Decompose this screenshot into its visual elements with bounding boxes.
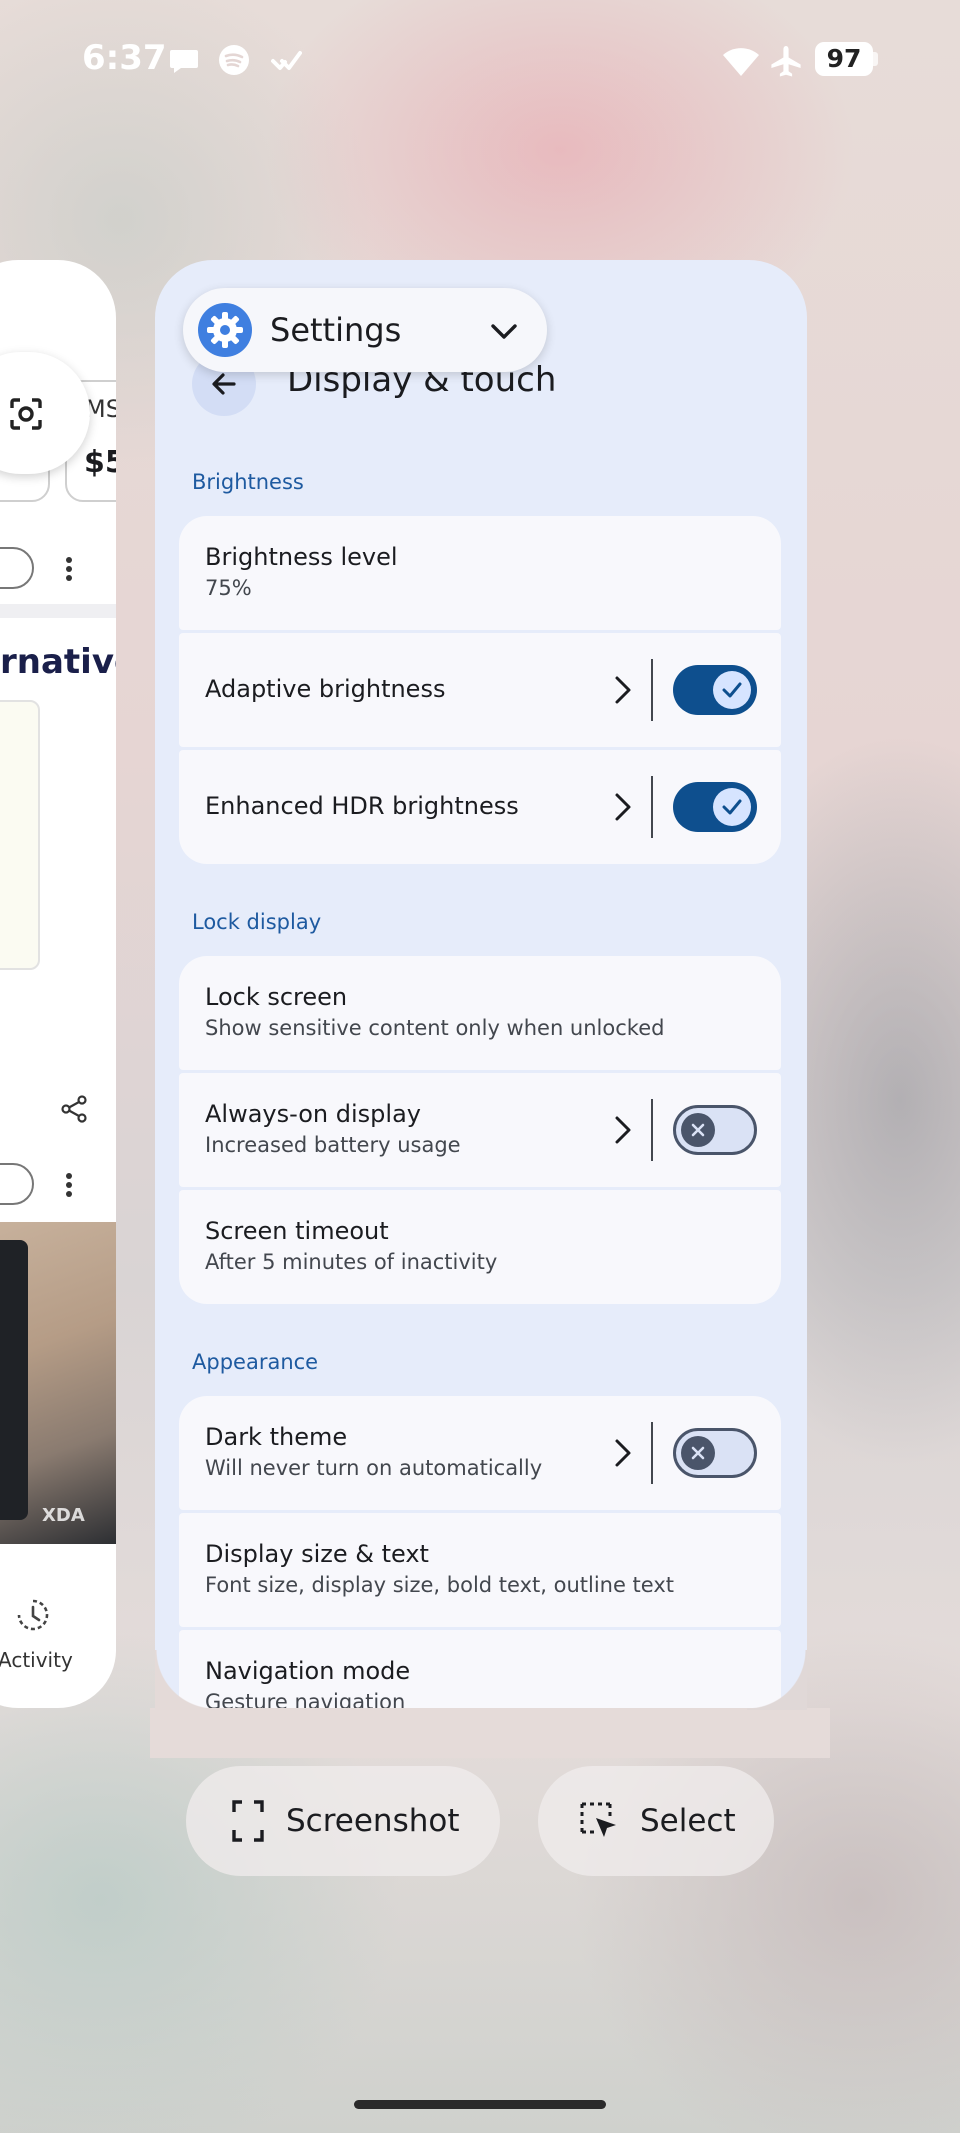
setting-title: Adaptive brightness	[205, 675, 446, 703]
screenshot-icon	[232, 1800, 264, 1842]
activity-icon[interactable]	[16, 1598, 50, 1632]
card-bottom-edge	[155, 1648, 807, 1708]
setting-title: Brightness level	[205, 543, 398, 571]
chevron-down-icon[interactable]	[489, 316, 519, 346]
setting-subtitle: Will never turn on automatically	[205, 1456, 543, 1480]
settings-gear-icon	[198, 303, 252, 357]
status-time: 6:37	[82, 38, 167, 78]
group-brightness: Brightness level 75% Adaptive brightness…	[179, 516, 781, 867]
home-indicator[interactable]	[354, 2100, 606, 2109]
chevron-right-icon[interactable]	[612, 1437, 634, 1469]
battery-tip	[873, 52, 878, 66]
toggle-knob	[681, 1436, 715, 1470]
card-corner-right	[747, 1650, 807, 1710]
battery-level: 97	[826, 44, 862, 73]
setting-title: Lock screen	[205, 983, 348, 1011]
setting-subtitle: Font size, display size, bold text, outl…	[205, 1573, 675, 1597]
check-icon	[722, 799, 742, 815]
setting-adaptive-brightness[interactable]: Adaptive brightness	[179, 633, 781, 747]
setting-subtitle: After 5 minutes of inactivity	[205, 1250, 498, 1274]
divider	[651, 1422, 653, 1484]
chevron-right-icon[interactable]	[612, 674, 634, 706]
setting-brightness-level[interactable]: Brightness level 75%	[179, 516, 781, 630]
card-bottom-mask	[150, 1708, 830, 1758]
select-icon	[580, 1802, 616, 1837]
toggle-knob	[713, 788, 751, 826]
section-label-lock-display: Lock display	[192, 910, 322, 934]
divider-band	[0, 604, 116, 618]
screenshot-label: Screenshot	[286, 1803, 460, 1839]
spotify-icon	[219, 45, 249, 75]
check-icon	[271, 51, 302, 70]
toggle-enhanced-hdr[interactable]	[673, 782, 757, 832]
setting-subtitle: 75%	[205, 576, 252, 600]
recent-app-card-left[interactable]: MS $5 rnative XDA Activity	[0, 260, 116, 1708]
group-lock-display: Lock screen Show sensitive content only …	[179, 956, 781, 1307]
heading-fragment: rnative	[0, 642, 116, 682]
toggle-dark-theme[interactable]	[673, 1428, 757, 1478]
screenshot-button[interactable]: Screenshot	[186, 1766, 500, 1876]
setting-enhanced-hdr[interactable]: Enhanced HDR brightness	[179, 750, 781, 864]
price-fragment: $5	[84, 445, 116, 480]
divider	[651, 1099, 653, 1161]
close-icon	[691, 1446, 705, 1460]
setting-display-size-text[interactable]: Display size & text Font size, display s…	[179, 1513, 781, 1627]
check-icon	[722, 682, 742, 698]
follow-pill-2[interactable]	[0, 1163, 34, 1205]
setting-subtitle: Show sensitive content only when unlocke…	[205, 1016, 665, 1040]
app-chip-name: Settings	[270, 311, 402, 349]
setting-dark-theme[interactable]: Dark theme Will never turn on automatica…	[179, 1396, 781, 1510]
toggle-knob	[713, 671, 751, 709]
setting-always-on-display[interactable]: Always-on display Increased battery usag…	[179, 1073, 781, 1187]
wifi-icon	[723, 48, 759, 76]
setting-title: Display size & text	[205, 1540, 429, 1568]
battery-icon: 97	[815, 42, 873, 76]
messages-icon	[170, 50, 198, 73]
activity-label[interactable]: Activity	[0, 1648, 73, 1672]
back-arrow-icon	[212, 373, 236, 395]
chevron-right-icon[interactable]	[612, 791, 634, 823]
share-icon[interactable]	[60, 1095, 88, 1123]
status-bar: 6:37 97	[0, 0, 960, 120]
select-label: Select	[640, 1803, 736, 1839]
card-corner-left	[155, 1650, 215, 1710]
more-icon[interactable]	[63, 556, 75, 582]
toggle-adaptive-brightness[interactable]	[673, 665, 757, 715]
divider	[651, 776, 653, 838]
app-chip-settings[interactable]: Settings	[183, 288, 547, 372]
setting-title: Dark theme	[205, 1423, 348, 1451]
toggle-always-on-display[interactable]	[673, 1105, 757, 1155]
toggle-knob	[681, 1113, 715, 1147]
setting-title: Screen timeout	[205, 1217, 389, 1245]
setting-title: Always-on display	[205, 1100, 421, 1128]
more-icon-2[interactable]	[63, 1172, 75, 1198]
setting-screen-timeout[interactable]: Screen timeout After 5 minutes of inacti…	[179, 1190, 781, 1304]
section-label-brightness: Brightness	[192, 470, 304, 494]
photo-device	[0, 1240, 28, 1520]
setting-subtitle: Increased battery usage	[205, 1133, 461, 1157]
lens-icon	[10, 398, 42, 430]
article-image	[0, 700, 40, 970]
airplane-icon	[771, 46, 801, 77]
select-button[interactable]: Select	[538, 1766, 774, 1876]
watermark-logo: XDA	[42, 1505, 85, 1526]
divider	[651, 659, 653, 721]
setting-lock-screen[interactable]: Lock screen Show sensitive content only …	[179, 956, 781, 1070]
chevron-right-icon[interactable]	[612, 1114, 634, 1146]
section-label-appearance: Appearance	[192, 1350, 319, 1374]
follow-pill[interactable]	[0, 547, 34, 589]
setting-title: Enhanced HDR brightness	[205, 792, 519, 820]
close-icon	[691, 1123, 705, 1137]
